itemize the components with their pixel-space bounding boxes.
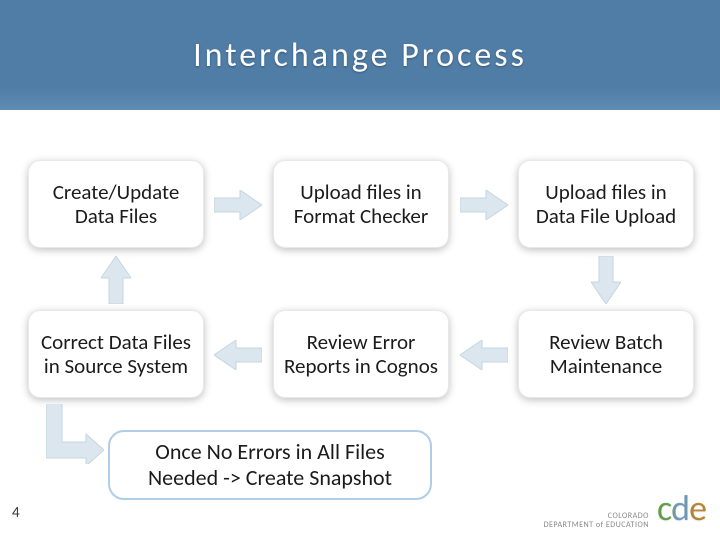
box-review-cognos: Review Error Reports in Cognos: [273, 310, 449, 398]
footer-logo: COLORADO DEPARTMENT of EDUCATION cde: [544, 486, 706, 530]
box-label: Upload files in Data File Upload: [527, 180, 685, 228]
cde-logo-icon: cde: [657, 486, 706, 530]
page-number: 4: [12, 504, 20, 522]
slide-title: Interchange Process: [193, 35, 527, 76]
arrow-left-icon: [460, 340, 508, 370]
box-data-file-upload: Upload files in Data File Upload: [518, 160, 694, 248]
box-label: Review Error Reports in Cognos: [282, 330, 440, 378]
arrow-down-icon: [591, 256, 621, 304]
arrow-right-icon: [214, 190, 262, 220]
arrow-elbow-icon: [46, 404, 104, 464]
box-label: Upload files in Format Checker: [282, 180, 440, 228]
arrow-up-icon: [101, 256, 131, 304]
title-bar: Interchange Process: [0, 0, 720, 110]
slide: Interchange Process Create/Update Data F…: [0, 0, 720, 540]
footer-org-line2: DEPARTMENT of EDUCATION: [544, 521, 649, 530]
box-label: Review Batch Maintenance: [527, 330, 685, 378]
box-label: Once No Errors in All Files Needed -> Cr…: [124, 439, 416, 492]
footer-org: COLORADO DEPARTMENT of EDUCATION: [544, 512, 649, 530]
box-correct-source: Correct Data Files in Source System: [28, 310, 204, 398]
arrow-left-icon: [214, 340, 262, 370]
box-review-batch: Review Batch Maintenance: [518, 310, 694, 398]
box-label: Create/Update Data Files: [37, 180, 195, 228]
arrow-right-icon: [460, 190, 508, 220]
box-create-update: Create/Update Data Files: [28, 160, 204, 248]
box-label: Correct Data Files in Source System: [37, 330, 195, 378]
box-final-snapshot: Once No Errors in All Files Needed -> Cr…: [108, 430, 432, 500]
box-format-checker: Upload files in Format Checker: [273, 160, 449, 248]
